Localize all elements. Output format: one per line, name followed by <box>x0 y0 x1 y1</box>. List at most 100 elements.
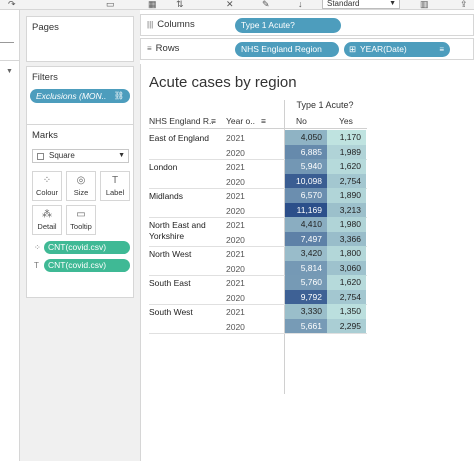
rows-icon: ≡ <box>147 44 152 53</box>
year-label[interactable]: 2021 <box>226 278 245 288</box>
columns-icon: ||| <box>147 20 154 29</box>
save-icon[interactable]: ▭ <box>106 0 115 9</box>
colour-pill-label: CNT(covid.csv) <box>48 242 107 252</box>
chevron-down-icon[interactable]: ▼ <box>6 68 13 75</box>
header-no[interactable]: No <box>296 116 307 126</box>
highlight-icon[interactable]: ✎ <box>262 0 270 9</box>
column-header-type1-acute[interactable]: Type 1 Acute? <box>284 100 366 112</box>
chevron-down-icon: ▼ <box>389 0 396 7</box>
table-cell-no[interactable]: 4,410 <box>285 217 327 232</box>
chevron-down-icon: ▼ <box>118 152 125 159</box>
columns-shelf-label: ||| Columns <box>147 19 195 30</box>
header-year[interactable]: Year o.. <box>226 116 255 126</box>
table-cell-no[interactable]: 3,330 <box>285 304 327 319</box>
year-label[interactable]: 2021 <box>226 220 245 230</box>
colour-pill[interactable]: CNT(covid.csv) <box>44 241 130 254</box>
rows-pill-region-label: NHS England Region <box>241 44 322 54</box>
rows-pill-year[interactable]: ⊞ YEAR(Date) ≡ <box>344 42 450 57</box>
rows-pill-region[interactable]: NHS England Region <box>235 42 339 57</box>
header-region[interactable]: NHS England R.. <box>149 116 214 126</box>
year-label[interactable]: 2020 <box>226 177 245 187</box>
table-cell-no[interactable]: 11,169 <box>285 202 327 217</box>
region-label[interactable]: South East <box>149 278 221 289</box>
marks-card-title: Marks <box>32 130 58 141</box>
table-cell-no[interactable]: 5,814 <box>285 260 327 275</box>
table-cell-no[interactable]: 5,760 <box>285 275 327 290</box>
region-label[interactable]: East of England <box>149 133 221 144</box>
sort-icon[interactable]: ↓ <box>298 0 303 9</box>
year-label[interactable]: 2020 <box>226 235 245 245</box>
header-yes[interactable]: Yes <box>339 116 353 126</box>
table-cell-yes[interactable]: 1,989 <box>327 144 366 159</box>
divider <box>149 333 367 334</box>
sort-icon: ≡ <box>439 45 444 54</box>
region-label[interactable]: North West <box>149 249 221 260</box>
table-cell-no[interactable]: 5,661 <box>285 318 327 333</box>
marks-card[interactable]: Marks Square ▼ ⁘ Colour ◎ Size T Label ⁂… <box>26 124 134 298</box>
table-cell-no[interactable]: 3,420 <box>285 246 327 261</box>
region-label[interactable]: Midlands <box>149 191 221 202</box>
table-cell-no[interactable]: 10,098 <box>285 173 327 188</box>
year-label[interactable]: 2021 <box>226 133 245 143</box>
table-cell-yes[interactable]: 2,295 <box>327 318 366 333</box>
table-cell-yes[interactable]: 1,170 <box>327 130 366 145</box>
link-icon: ⛓ <box>113 91 124 100</box>
table-cell-yes[interactable]: 3,213 <box>327 202 366 217</box>
label-pill-label: CNT(covid.csv) <box>48 260 107 270</box>
colour-button-label: Colour <box>35 188 59 197</box>
show-me-icon[interactable]: ▦ <box>148 0 157 9</box>
filters-card[interactable]: Filters Exclusions (MON.. ⛓ <box>26 66 134 126</box>
region-label[interactable]: North East and Yorkshire <box>149 220 221 242</box>
table-cell-yes[interactable]: 2,754 <box>327 289 366 304</box>
year-label[interactable]: 2020 <box>226 148 245 158</box>
table-cell-yes[interactable]: 1,620 <box>327 159 366 174</box>
filter-pill-exclusions[interactable]: Exclusions (MON.. ⛓ <box>30 89 130 103</box>
table-cell-no[interactable]: 4,050 <box>285 130 327 145</box>
year-label[interactable]: 2021 <box>226 162 245 172</box>
label-button[interactable]: T Label <box>100 171 130 201</box>
table-cell-yes[interactable]: 2,754 <box>327 173 366 188</box>
table-cell-yes[interactable]: 1,620 <box>327 275 366 290</box>
swap-icon[interactable]: ⇅ <box>176 0 184 9</box>
sort-icon[interactable]: ≡ <box>261 116 266 126</box>
tooltip-button[interactable]: ▭ Tooltip <box>66 205 96 235</box>
table-cell-yes[interactable]: 3,060 <box>327 260 366 275</box>
clear-icon[interactable]: ✕ <box>226 0 234 9</box>
columns-shelf[interactable]: ||| Columns Type 1 Acute? <box>140 14 474 36</box>
year-label[interactable]: 2020 <box>226 206 245 216</box>
rows-shelf[interactable]: ≡ Rows NHS England Region ⊞ YEAR(Date) ≡ <box>140 38 474 60</box>
label-pill[interactable]: CNT(covid.csv) <box>44 259 130 272</box>
table-cell-yes[interactable]: 1,350 <box>327 304 366 319</box>
table-cell-no[interactable]: 7,497 <box>285 231 327 246</box>
columns-pill-type1-acute[interactable]: Type 1 Acute? <box>235 18 341 33</box>
year-label[interactable]: 2020 <box>226 264 245 274</box>
presentation-icon[interactable]: ▥ <box>420 0 429 9</box>
table-cell-no[interactable]: 9,792 <box>285 289 327 304</box>
table-cell-yes[interactable]: 3,366 <box>327 231 366 246</box>
redo-icon[interactable]: ↷ <box>8 0 16 9</box>
table-cell-yes[interactable]: 1,890 <box>327 188 366 203</box>
year-label[interactable]: 2020 <box>226 322 245 332</box>
rows-pill-year-label: YEAR(Date) <box>360 44 407 54</box>
tooltip-button-label: Tooltip <box>70 222 92 231</box>
table-cell-yes[interactable]: 1,980 <box>327 217 366 232</box>
year-label[interactable]: 2020 <box>226 293 245 303</box>
table-cell-no[interactable]: 6,570 <box>285 188 327 203</box>
sort-icon[interactable]: ≡ <box>211 116 216 126</box>
pages-card[interactable]: Pages <box>26 16 134 62</box>
year-label[interactable]: 2021 <box>226 249 245 259</box>
year-label[interactable]: 2021 <box>226 307 245 317</box>
label-icon: T <box>111 175 119 186</box>
table-cell-no[interactable]: 5,940 <box>285 159 327 174</box>
mark-type-select[interactable]: Square ▼ <box>32 149 129 163</box>
table-cell-yes[interactable]: 1,800 <box>327 246 366 261</box>
region-label[interactable]: South West <box>149 307 221 318</box>
size-button[interactable]: ◎ Size <box>66 171 96 201</box>
table-cell-no[interactable]: 6,885 <box>285 144 327 159</box>
colour-button[interactable]: ⁘ Colour <box>32 171 62 201</box>
fit-select[interactable]: Standard ▼ <box>322 0 400 9</box>
region-label[interactable]: London <box>149 162 221 173</box>
share-icon[interactable]: ⇪ <box>460 0 468 9</box>
detail-button[interactable]: ⁂ Detail <box>32 205 62 235</box>
year-label[interactable]: 2021 <box>226 191 245 201</box>
